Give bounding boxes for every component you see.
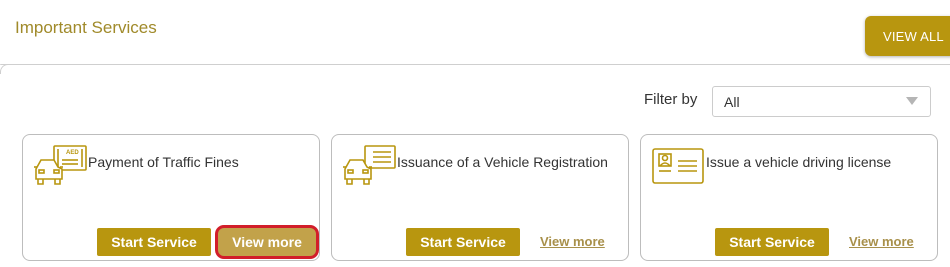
car-registration-icon [343,145,396,185]
start-service-button[interactable]: Start Service [406,228,520,256]
card-title: Payment of Traffic Fines [88,154,239,170]
section-divider [0,64,950,65]
service-card-traffic-fines: AED Payment of Traffic Fines Start Servi… [22,134,320,261]
chevron-down-icon [906,97,918,105]
car-fine-icon: AED [34,145,87,185]
start-service-button[interactable]: Start Service [715,228,829,256]
service-card-vehicle-registration: Issuance of a Vehicle Registration Start… [331,134,629,261]
card-title: Issue a vehicle driving license [706,154,892,170]
page-title: Important Services [15,18,157,37]
aed-icon-text: AED [66,150,79,156]
view-more-link[interactable]: View more [849,234,914,249]
view-more-link[interactable]: View more [540,234,605,249]
driving-license-icon [652,148,704,184]
view-all-button[interactable]: VIEW ALL [865,16,950,56]
service-card-driving-license: Issue a vehicle driving license Start Se… [640,134,938,261]
filter-selected-value: All [724,94,740,110]
view-more-button[interactable]: View more [215,225,319,259]
filter-label: Filter by [644,91,698,108]
start-service-button[interactable]: Start Service [97,228,211,256]
section-divider-corner [0,64,10,74]
card-title: Issuance of a Vehicle Registration [397,154,608,170]
filter-select[interactable]: All [712,86,931,117]
